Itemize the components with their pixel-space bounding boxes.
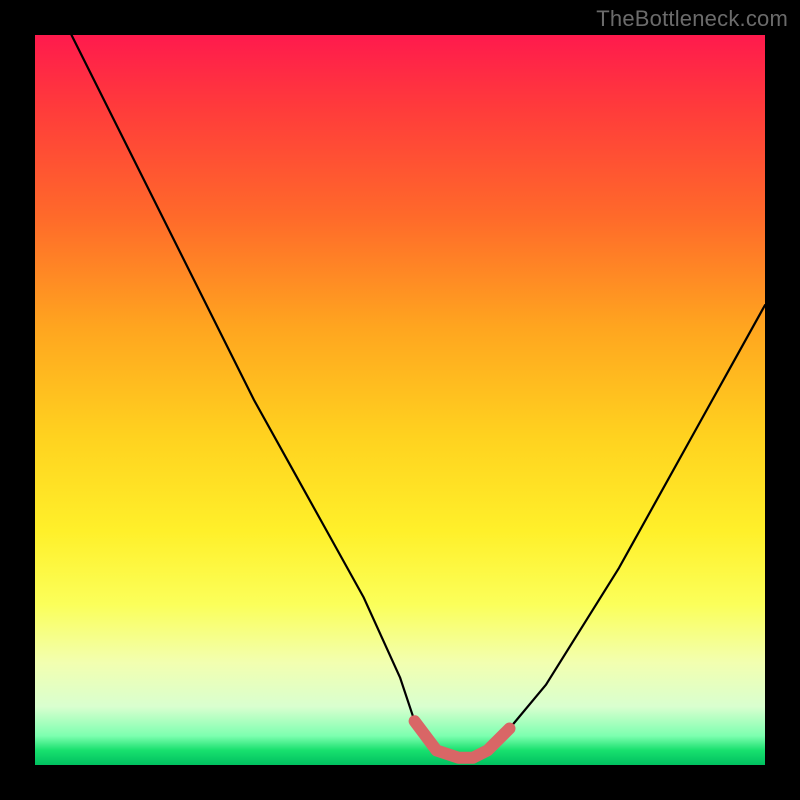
curve-svg — [35, 35, 765, 765]
chart-frame: TheBottleneck.com — [0, 0, 800, 800]
highlight-segment — [415, 721, 510, 758]
plot-area — [35, 35, 765, 765]
bottleneck-curve — [72, 35, 766, 758]
watermark-text: TheBottleneck.com — [596, 6, 788, 32]
